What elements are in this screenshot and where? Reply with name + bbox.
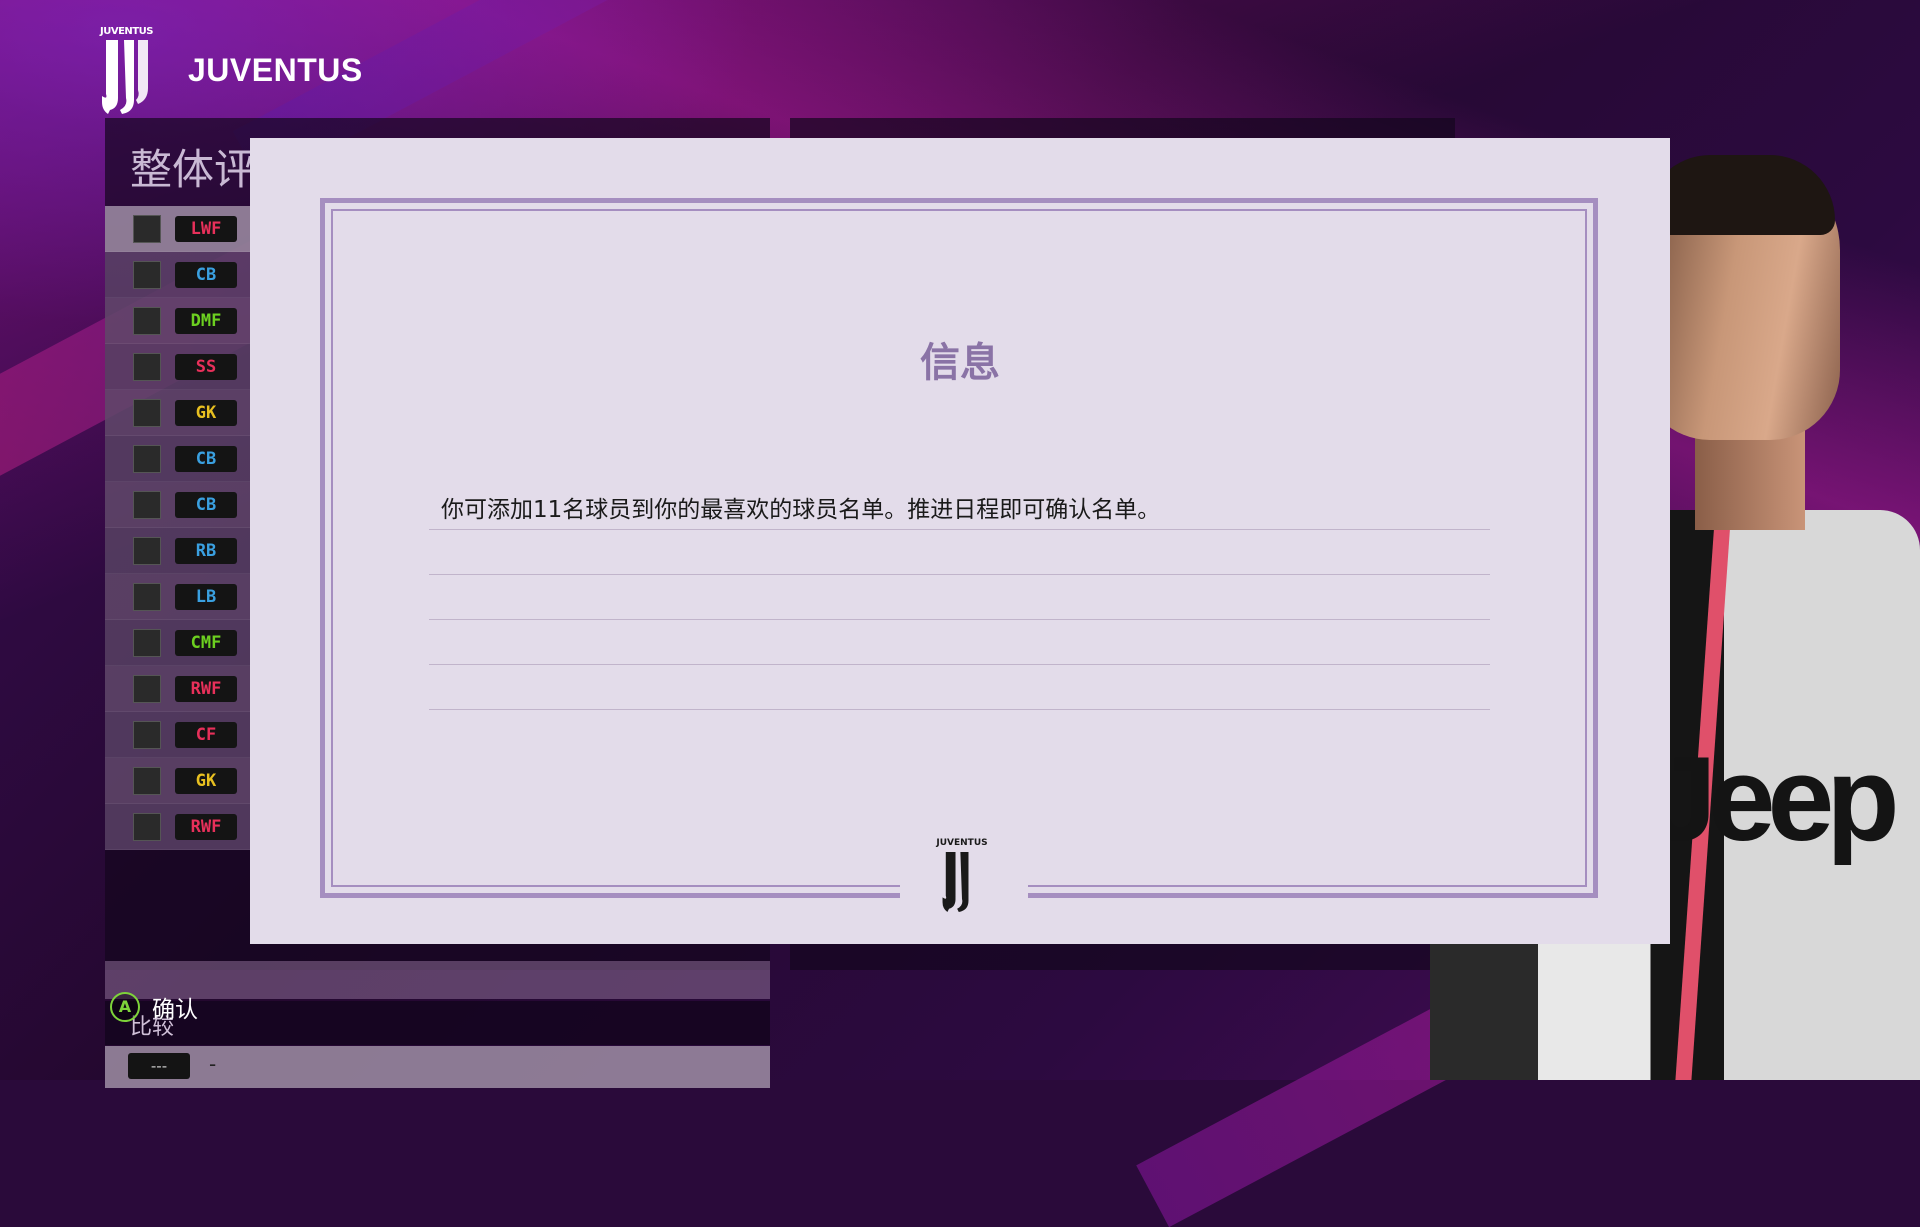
message-line <box>429 530 1490 575</box>
info-dialog: 信息 你可添加11名球员到你的最喜欢的球员名单。推进日程即可确认名单。 JUVE… <box>250 138 1670 944</box>
compare-header: 比较 <box>105 1001 770 1045</box>
player-checkbox[interactable] <box>133 306 161 335</box>
message-line <box>429 575 1490 620</box>
player-checkbox[interactable] <box>133 628 161 657</box>
roster-filler <box>105 961 770 999</box>
a-button-icon[interactable]: A <box>110 992 140 1022</box>
crest-label: JUVENTUS <box>100 26 153 37</box>
position-badge: SS <box>175 353 237 380</box>
player-checkbox[interactable] <box>133 812 161 841</box>
position-badge: CMF <box>175 629 237 656</box>
position-badge: CB <box>175 261 237 288</box>
position-badge: CF <box>175 721 237 748</box>
position-badge: GK <box>175 767 237 794</box>
dialog-title: 信息 <box>920 340 1000 386</box>
logo-label: JUVENTUS <box>936 838 988 848</box>
position-badge: RWF <box>175 675 237 702</box>
player-checkbox[interactable] <box>133 674 161 703</box>
player-checkbox[interactable] <box>133 766 161 795</box>
juventus-crest-icon: JUVENTUS <box>100 24 153 116</box>
panel-title: 整体评 <box>130 145 257 194</box>
position-badge: CB <box>175 491 237 518</box>
position-badge: RWF <box>175 813 237 840</box>
player-hair <box>1645 155 1835 235</box>
team-name: JUVENTUS <box>188 51 363 88</box>
message-line: 你可添加11名球员到你的最喜欢的球员名单。推进日程即可确认名单。 <box>429 485 1490 530</box>
position-badge: LB <box>175 583 237 610</box>
player-checkbox[interactable] <box>133 720 161 749</box>
juventus-logo-icon: JUVENTUS <box>932 838 992 918</box>
position-badge: LWF <box>175 215 237 242</box>
confirm-prompt[interactable]: A 确认 <box>110 990 198 1024</box>
player-checkbox[interactable] <box>133 260 161 289</box>
message-line <box>429 620 1490 665</box>
player-checkbox[interactable] <box>133 352 161 381</box>
compare-row[interactable]: --- - <box>105 1046 770 1088</box>
shirt-sponsor: Jeep <box>1650 732 1899 866</box>
dialog-message: 你可添加11名球员到你的最喜欢的球员名单。推进日程即可确认名单。 <box>441 497 1161 523</box>
player-checkbox[interactable] <box>133 582 161 611</box>
player-checkbox[interactable] <box>133 536 161 565</box>
player-checkbox[interactable] <box>133 490 161 519</box>
confirm-label: 确认 <box>152 997 198 1023</box>
compare-value: --- <box>128 1053 190 1079</box>
player-checkbox[interactable] <box>133 444 161 473</box>
compare-dash: - <box>209 1052 217 1076</box>
header: JUVENTUS JUVENTUS <box>100 22 363 118</box>
position-badge: RB <box>175 537 237 564</box>
position-badge: DMF <box>175 307 237 334</box>
player-checkbox[interactable] <box>133 214 161 243</box>
position-badge: CB <box>175 445 237 472</box>
message-line <box>429 665 1490 710</box>
message-lines: 你可添加11名球员到你的最喜欢的球员名单。推进日程即可确认名单。 <box>429 485 1490 710</box>
position-badge: GK <box>175 399 237 426</box>
player-checkbox[interactable] <box>133 398 161 427</box>
